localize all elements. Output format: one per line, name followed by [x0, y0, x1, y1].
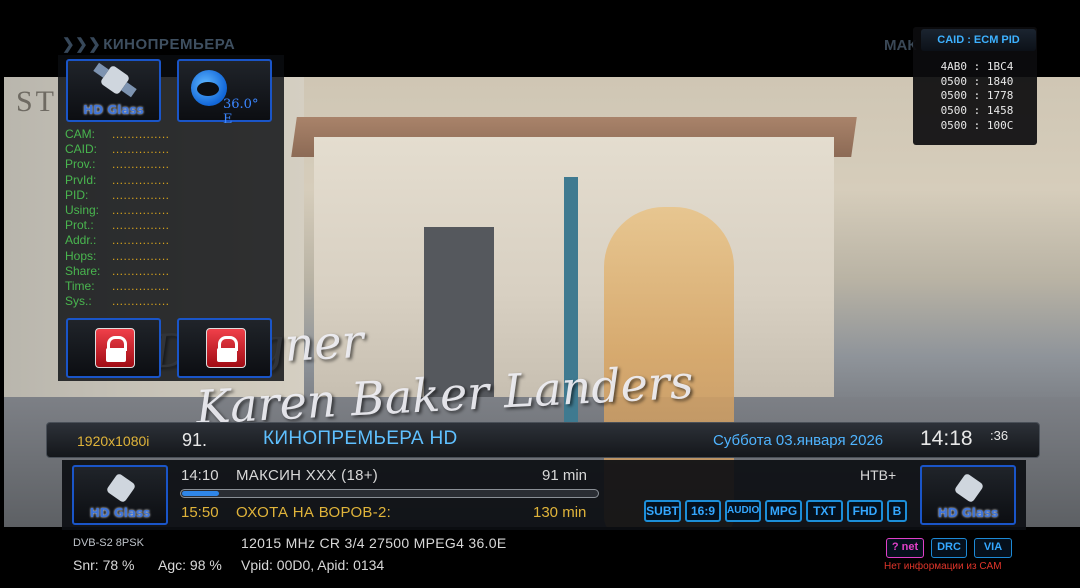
cam-field-value: ............... [112, 187, 170, 202]
top-channel-name-text: КИНОПРЕМЬЕРА [103, 36, 236, 53]
cam-field-key: Sys.: [65, 294, 92, 309]
cam-field-row: Prov.:............... [65, 157, 170, 172]
cam-field-value: ............... [112, 263, 170, 278]
next-event-duration: 130 min [533, 504, 587, 521]
cam-field-row: Addr.:............... [65, 233, 170, 248]
cam-field-key: CAID: [65, 142, 98, 157]
drc-badge: DRC [931, 538, 967, 558]
cam-status-text: Нет информации из CAM [884, 561, 1002, 572]
caid-list: 4AB0 : 1BC4 0500 : 1840 0500 : 1778 0500… [923, 60, 1031, 134]
caid-row: 0500 : 1840 [940, 74, 1014, 88]
satellite-icon [953, 472, 985, 504]
badge-aspect: 16:9 [685, 500, 721, 522]
cam-field-key: Time: [65, 279, 95, 294]
net-status-badge: ? net [886, 538, 924, 558]
current-event-time: 14:10 [181, 467, 219, 484]
orbital-position-label: 36.0° E [223, 97, 259, 127]
satellite-logo-label: HD Glass [83, 103, 144, 117]
cam-field-row: Using:............... [65, 203, 170, 218]
scramble-status-box-1 [66, 318, 161, 378]
signal-snr: Snr: 78 % [73, 557, 135, 573]
cam-field-row: PID:............... [65, 188, 170, 203]
current-seconds: :36 [990, 428, 1009, 443]
caid-row: 0500 : 1458 [940, 104, 1014, 118]
caid-row: 0500 : 1778 [940, 89, 1014, 103]
next-event-time: 15:50 [181, 504, 219, 521]
current-time: 14:18 [920, 427, 973, 450]
top-channel-name: ❯❯❯ КИНОПРЕМЬЕРА [62, 35, 235, 53]
cam-field-key: Using: [65, 203, 100, 218]
current-event-title: МАКСИН XXX (18+) [236, 467, 379, 484]
satellite-logo-box: HD Glass [66, 59, 161, 122]
cam-field-value: ............... [112, 248, 170, 263]
signal-agc: Agc: 98 % [158, 557, 222, 573]
current-date: Суббота 03.января 2026 [713, 432, 884, 449]
next-event-title: ОХОТА НА ВОРОВ-2: [236, 504, 392, 521]
badge-b: B [887, 500, 907, 522]
delivery-system: DVB-S2 8PSK [73, 537, 144, 549]
lock-icon [206, 328, 246, 368]
cam-field-key: Prot.: [65, 218, 94, 233]
event-progress-fill [182, 491, 219, 496]
channel-number: 91. [182, 430, 208, 450]
cam-field-value: ............... [112, 233, 170, 248]
badge-teletext: TXT [806, 500, 843, 522]
satellite-icon [105, 472, 137, 504]
cam-field-value: ............... [112, 218, 170, 233]
cam-field-value: ............... [112, 172, 170, 187]
caid-panel-title: CAID : ECM PID [921, 29, 1036, 51]
channel-logo-label: HD Glass [89, 506, 151, 520]
cam-field-row: Share:............... [65, 264, 170, 279]
video-sign-text: ST [16, 85, 58, 118]
cam-field-key: Addr.: [65, 233, 97, 248]
cam-field-row: CAID:............... [65, 142, 170, 157]
cam-field-key: CAM: [65, 127, 95, 141]
cam-field-list: CAM:............... CAID:...............… [65, 127, 170, 309]
top-right-fragment: МАК [884, 37, 917, 54]
cam-field-key: PID: [65, 187, 89, 202]
cam-field-key: Share: [65, 263, 101, 278]
channel-name: КИНОПРЕМЬЕРА HD [263, 428, 458, 449]
video-resolution: 1920x1080i [77, 433, 150, 449]
caid-row: 0500 : 100C [940, 118, 1014, 132]
stream-pids: Vpid: 00D0, Apid: 0134 [241, 557, 385, 573]
scramble-status-box-2 [177, 318, 272, 378]
cam-field-key: Hops: [65, 248, 97, 263]
cam-field-value: ............... [112, 127, 170, 141]
channel-logo-right: HD Glass [920, 465, 1016, 525]
cam-field-row: CAM:............... [65, 127, 170, 142]
caid-ecm-panel: CAID : ECM PID 4AB0 : 1BC4 0500 : 1840 0… [913, 27, 1037, 145]
badge-audio: AUDIO [725, 500, 761, 522]
cam-field-row: Sys.:............... [65, 294, 170, 309]
event-progress-bar [180, 489, 599, 498]
cam-field-value: ............... [112, 279, 170, 294]
channel-logo-left: HD Glass [72, 465, 168, 525]
caid-row: 4AB0 : 1BC4 [940, 60, 1014, 73]
cam-field-key: PrvId: [65, 172, 97, 187]
tuning-parameters: 12015 MHz CR 3/4 27500 MPEG4 36.0E [241, 535, 507, 551]
channel-logo-label: HD Glass [937, 506, 999, 520]
cam-field-row: PrvId:............... [65, 173, 170, 188]
cam-field-value: ............... [112, 203, 170, 218]
satellite-icon [99, 64, 131, 96]
current-event-duration: 91 min [542, 467, 588, 484]
via-badge: VIA [974, 538, 1012, 558]
provider-name: НТВ+ [860, 467, 897, 483]
arrows-icon: ❯❯❯ [62, 36, 102, 53]
cam-field-row: Hops:............... [65, 249, 170, 264]
cam-field-key: Prov.: [65, 157, 96, 172]
lock-icon [95, 328, 135, 368]
orbital-position-box: 36.0° E [177, 59, 272, 127]
badge-subtitles: SUBT [644, 500, 681, 522]
cam-field-value: ............... [112, 142, 170, 157]
cam-field-value: ............... [112, 294, 170, 309]
globe-icon [191, 70, 227, 106]
cam-field-value: ............... [112, 157, 170, 172]
badge-mpeg: MPG [765, 500, 802, 522]
cam-field-row: Prot.:............... [65, 218, 170, 233]
channel-info-bar: 1920x1080i 91. КИНОПРЕМЬЕРА HD Суббота 0… [46, 422, 1040, 458]
badge-fhd: FHD [847, 500, 883, 522]
cam-field-row: Time:............... [65, 279, 170, 294]
